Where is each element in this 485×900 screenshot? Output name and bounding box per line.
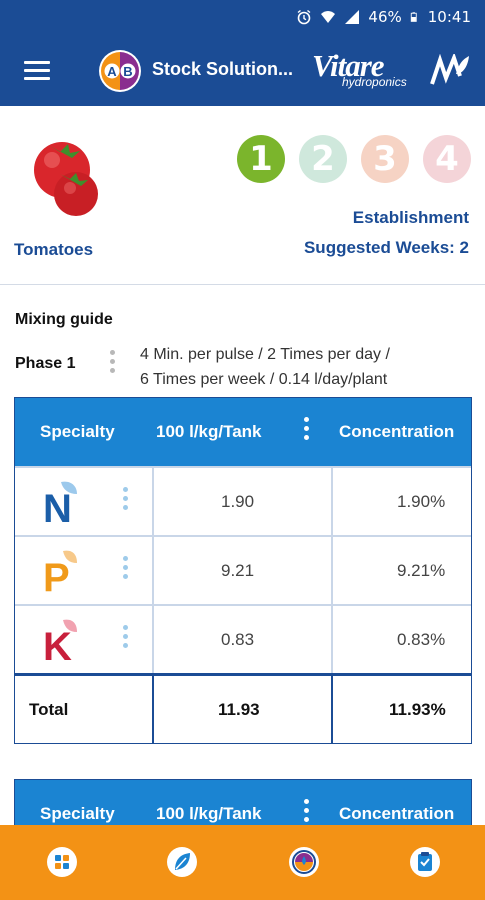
menu-button[interactable] [24,61,52,81]
svg-text:N: N [43,487,72,526]
status-icons: 46% 10:41 [296,8,471,26]
nav-tank-button[interactable] [289,847,319,877]
phase-1-button[interactable]: 1 [237,135,285,183]
nutrient-table: Specialty 100 l/kg/Tank Concentration N … [14,397,472,744]
checklist-icon [418,852,432,871]
phase-4-button[interactable]: 4 [423,135,471,183]
phase-description: 4 Min. per pulse / 2 Times per day / 6 T… [140,342,480,392]
stage-name: Establishment [352,208,469,227]
clock: 10:41 [427,8,471,26]
logo-letter-b: B [123,64,132,79]
header-options-icon[interactable] [304,417,310,444]
cell-amount: 9.21 [221,561,255,580]
phase-2-button[interactable]: 2 [299,135,347,183]
phase-label: Phase 1 [15,355,76,372]
phase-description-line2: 6 Times per week / 0.14 l/day/plant [140,371,388,388]
header-options-icon[interactable] [304,799,310,825]
nav-grid-button[interactable] [47,847,77,877]
status-bar: 46% 10:41 [0,0,485,34]
svg-text:K: K [43,625,72,664]
table-header: Specialty 100 l/kg/Tank Concentration [15,780,471,825]
tomato-image [34,142,98,216]
cell-amount: 1.90 [221,492,255,511]
ab-logo-icon: A B [99,50,141,92]
cell-concentration: 9.21% [397,561,446,580]
divider [0,284,485,285]
cell-concentration: 1.90% [397,492,446,511]
total-concentration: 11.93% [389,700,446,719]
table-total-row: Total 11.93 11.93% [15,673,471,743]
menu-icon [24,61,50,64]
grid-icon [55,855,69,869]
app-bar: A B Stock Solution... Vitare hydroponics [0,34,485,106]
table-row: K 0.83 0.83% [15,604,471,673]
potassium-icon: K [43,619,77,664]
nutrient-table-2: Specialty 100 l/kg/Tank Concentration [14,779,472,825]
header-amount: 100 l/kg/Tank [156,804,262,823]
phase-description-line1: 4 Min. per pulse / 2 Times per day / [140,346,390,363]
brand-leaf-icon [430,54,469,85]
table-row: N 1.90 1.90% [15,466,471,535]
battery-icon [410,12,417,22]
nav-leaf-button[interactable] [167,847,197,877]
crop-name: Tomatoes [14,240,94,259]
leaf-icon [175,853,190,870]
header-specialty: Specialty [40,804,115,823]
row-options-icon[interactable] [123,556,129,583]
table-row: P 9.21 9.21% [15,535,471,604]
logo-letter-a: A [107,64,117,79]
alarm-icon [297,9,311,25]
brand-logo: Vitare hydroponics [312,50,476,90]
row-options-icon[interactable] [123,625,129,652]
app-title: Stock Solution... [152,59,294,79]
header-specialty: Specialty [40,422,115,441]
svg-text:P: P [43,556,70,595]
signal-icon [345,10,360,24]
table-header: Specialty 100 l/kg/Tank Concentration [15,398,471,466]
wifi-icon [321,11,336,23]
brand-subtitle: hydroponics [342,75,407,89]
phase-3-button[interactable]: 3 [361,135,409,183]
battery-percent: 46% [368,8,402,26]
header-concentration: Concentration [339,422,455,441]
nitrogen-icon: N [43,481,77,526]
mixing-guide-title: Mixing guide [15,311,113,328]
header-amount: 100 l/kg/Tank [156,422,262,441]
cell-amount: 0.83 [221,630,255,649]
phase-options-icon[interactable] [110,350,116,377]
nav-checklist-button[interactable] [410,847,440,877]
suggested-weeks: Suggested Weeks: 2 [303,238,469,257]
header-concentration: Concentration [339,804,455,823]
total-amount: 11.93 [218,700,260,719]
row-options-icon[interactable] [123,487,129,514]
total-label: Total [29,700,69,719]
tank-icon [292,850,316,874]
phosphorus-icon: P [43,550,77,595]
cell-concentration: 0.83% [397,630,446,649]
bottom-navigation [0,825,485,900]
